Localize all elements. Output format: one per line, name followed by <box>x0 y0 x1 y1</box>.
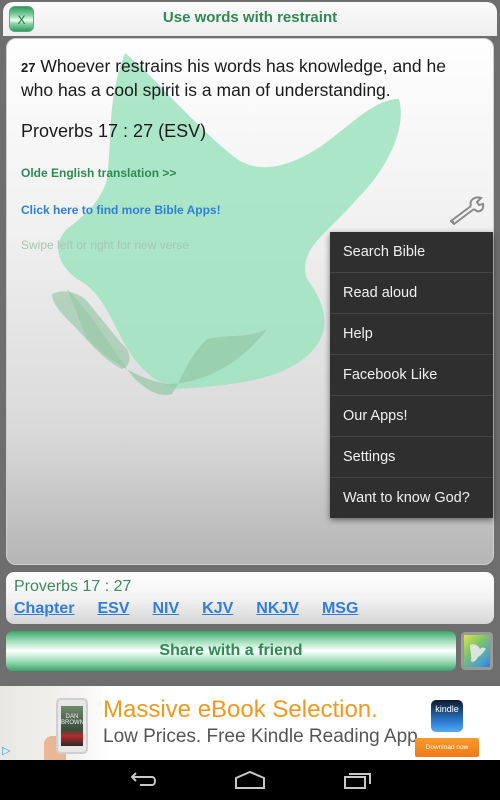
kindle-app-icon: kindle <box>431 700 463 732</box>
menu-item-want-to-know-god[interactable]: Want to know God? <box>330 478 493 519</box>
version-links: Chapter ESV NIV KJV NKJV MSG <box>14 600 358 618</box>
title-bar: X Use words with restraint <box>3 2 497 36</box>
share-with-friend-button[interactable]: Share with a friend <box>6 631 456 671</box>
wrench-icon[interactable] <box>447 196 487 226</box>
menu-item-search-bible[interactable]: Search Bible <box>330 232 493 273</box>
version-link-nkjv[interactable]: NKJV <box>256 600 299 618</box>
verse-reference: Proverbs 17 : 27 (ESV) <box>21 121 207 141</box>
reference-panel: Proverbs 17 : 27 Chapter ESV NIV KJV NKJ… <box>6 572 494 624</box>
ad-phone-image: DAN BROWN <box>56 698 88 754</box>
version-link-msg[interactable]: MSG <box>322 600 358 618</box>
menu-item-help[interactable]: Help <box>330 314 493 355</box>
more-bible-apps-link[interactable]: Click here to find more Bible Apps! <box>21 203 221 217</box>
reference-title: Proverbs 17 : 27 <box>14 578 132 595</box>
swipe-hint: Swipe left or right for new verse <box>21 238 190 252</box>
verse-text: 27 Whoever restrains his words has knowl… <box>21 55 481 102</box>
system-nav-bar <box>0 760 500 800</box>
ad-download-button[interactable]: Download now <box>415 738 479 757</box>
version-link-niv[interactable]: NIV <box>152 600 179 618</box>
ad-choices-icon[interactable]: ▷ <box>2 744 14 757</box>
version-link-chapter[interactable]: Chapter <box>14 600 74 618</box>
app-icon-button[interactable] <box>461 632 493 670</box>
menu-item-read-aloud[interactable]: Read aloud <box>330 273 493 314</box>
page-title: Use words with restraint <box>162 9 338 26</box>
ad-headline: Massive eBook Selection. <box>103 696 378 723</box>
verse-body: Whoever restrains his words has knowledg… <box>21 56 446 100</box>
overflow-menu: Search Bible Read aloud Help Facebook Li… <box>330 232 493 518</box>
verse-number: 27 <box>21 60 36 75</box>
olde-english-link[interactable]: Olde English translation >> <box>21 166 176 180</box>
back-icon[interactable] <box>128 770 158 790</box>
dove-app-icon <box>464 635 490 667</box>
menu-item-facebook-like[interactable]: Facebook Like <box>330 355 493 396</box>
ad-subline: Low Prices. Free Kindle Reading App. <box>103 726 424 747</box>
home-icon[interactable] <box>235 770 265 790</box>
ad-banner[interactable]: DAN BROWN Massive eBook Selection. Low P… <box>0 686 500 760</box>
menu-item-our-apps[interactable]: Our Apps! <box>330 396 493 437</box>
ad-book-cover: DAN BROWN <box>61 706 84 746</box>
app-root: X Use words with restraint 27 Whoever re… <box>0 0 500 800</box>
menu-item-settings[interactable]: Settings <box>330 437 493 478</box>
version-link-esv[interactable]: ESV <box>97 600 129 618</box>
version-link-kjv[interactable]: KJV <box>202 600 233 618</box>
recents-icon[interactable] <box>343 770 373 790</box>
